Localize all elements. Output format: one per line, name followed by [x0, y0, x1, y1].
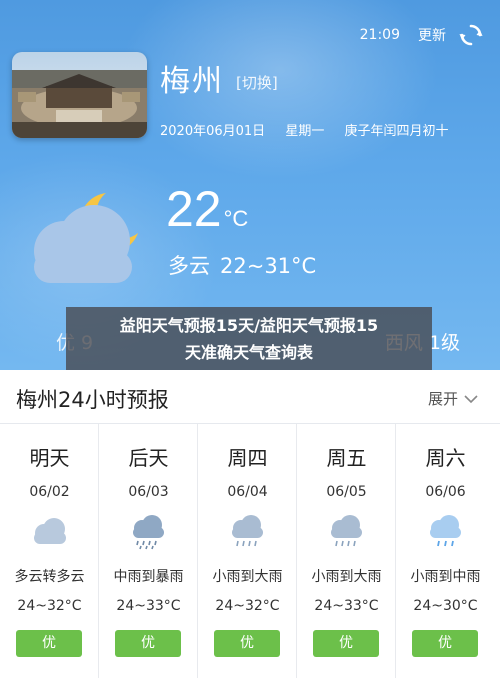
day-name: 后天: [128, 446, 169, 470]
day-temperature: 24~32°C: [17, 598, 82, 614]
day-condition: 小雨到大雨: [311, 569, 382, 585]
current-condition: 多云 22~31°C: [168, 250, 316, 280]
day-date: 06/02: [29, 484, 70, 500]
city-name: 梅州: [160, 64, 224, 99]
switch-city-link[interactable]: [切换]: [236, 72, 278, 93]
rain-icon: [232, 515, 263, 547]
forecast-day[interactable]: 周五 06/05 小雨到大雨 24~33°C 优: [297, 424, 396, 678]
day-name: 明天: [29, 446, 70, 470]
air-quality-badge: 优: [16, 630, 82, 657]
top-bar: 21:09 更新: [360, 22, 484, 48]
heavy-rain-icon: [133, 515, 164, 550]
refresh-icon[interactable]: [458, 22, 484, 48]
rain-icon: [331, 515, 362, 547]
day-temperature: 24~33°C: [314, 598, 379, 614]
forecast-day[interactable]: 周四 06/04 小雨到大雨 24~32°C 优: [198, 424, 297, 678]
article-title-overlay: 益阳天气预报15天/益阳天气预报15 天准确天气查询表: [66, 307, 432, 371]
overlay-line-2: 天准确天气查询表: [184, 343, 313, 362]
current-temperature: 22°C: [166, 180, 248, 238]
temperature-unit: °C: [223, 206, 249, 231]
day-name: 周四: [227, 446, 268, 470]
temperature-range: 22~31°C: [220, 254, 317, 278]
day-temperature: 24~33°C: [116, 598, 181, 614]
clock-time: 21:09: [359, 27, 400, 43]
forecast-day[interactable]: 后天 06/03 中雨到暴雨 24~33°C 优: [99, 424, 198, 678]
forecast-header: 梅州24小时预报 展开: [0, 370, 500, 424]
day-name: 周六: [425, 446, 466, 470]
air-quality-badge: 优: [214, 630, 280, 657]
partly-cloudy-night-icon: [34, 193, 138, 283]
day-condition: 中雨到暴雨: [113, 569, 184, 585]
day-date: 06/06: [425, 484, 466, 500]
air-quality-badge: 优: [313, 630, 379, 657]
forecast-day[interactable]: 明天 06/02 多云转多云 24~32°C 优: [0, 424, 99, 678]
forecast-title: 梅州24小时预报: [16, 388, 169, 412]
daily-forecast-list: 明天 06/02 多云转多云 24~32°C 优 后天 06/03 中雨到暴雨 …: [0, 424, 500, 678]
date-line: 2020年06月01日 星期一 庚子年闰四月初十: [160, 120, 464, 139]
air-quality-badge: 优: [412, 630, 478, 657]
condition-text: 多云: [168, 254, 210, 278]
update-label[interactable]: 更新: [418, 25, 446, 45]
forecast-panel: 梅州24小时预报 展开 明天 06/02 多云转多云 24~32°C 优 后天 …: [0, 370, 500, 678]
current-weekday: 星期一: [285, 124, 325, 139]
day-date: 06/03: [128, 484, 169, 500]
day-temperature: 24~30°C: [413, 598, 478, 614]
air-quality-badge: 优: [115, 630, 181, 657]
day-date: 06/05: [326, 484, 367, 500]
day-date: 06/04: [227, 484, 268, 500]
chevron-down-icon: [464, 394, 478, 403]
forecast-day[interactable]: 周六 06/06 小雨到中雨 24~30°C 优: [396, 424, 500, 678]
expand-label: 展开: [427, 390, 458, 408]
light-rain-icon: [430, 515, 461, 547]
current-date: 2020年06月01日: [160, 124, 266, 139]
lunar-date: 庚子年闰四月初十: [344, 124, 449, 139]
day-condition: 多云转多云: [14, 569, 85, 585]
cloudy-icon: [34, 518, 66, 544]
expand-button[interactable]: 展开: [428, 388, 478, 409]
day-condition: 小雨到中雨: [410, 569, 481, 585]
day-temperature: 24~32°C: [215, 598, 280, 614]
city-photo: [12, 52, 147, 138]
overlay-line-1: 益阳天气预报15天/益阳天气预报15: [119, 316, 379, 335]
day-name: 周五: [326, 446, 367, 470]
day-condition: 小雨到大雨: [212, 569, 283, 585]
temperature-value: 22: [166, 181, 222, 237]
